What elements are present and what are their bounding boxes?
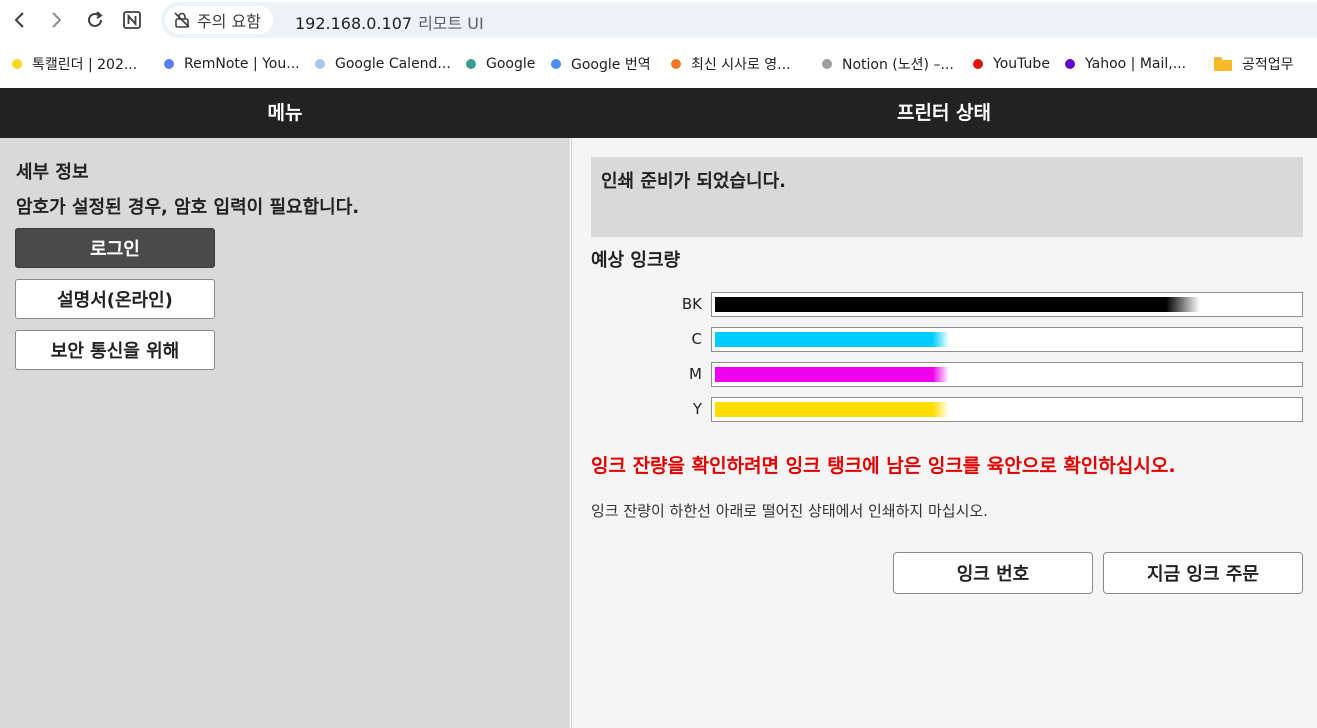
back-button[interactable]: [6, 6, 34, 34]
printer-status-heading: 프린터 상태: [896, 102, 991, 124]
ink-row-m: M: [572, 362, 1317, 388]
forward-button[interactable]: [42, 6, 70, 34]
security-label: 주의 요함: [197, 12, 261, 31]
ink-number-button[interactable]: 잉크 번호: [893, 552, 1093, 594]
favicon-icon: [973, 59, 983, 69]
favicon-icon: [822, 59, 832, 69]
folder-icon: [1214, 57, 1232, 71]
bookmark-item[interactable]: Google Calend...: [315, 54, 451, 74]
ink-check-warning: 잉크 잔량을 확인하려면 잉크 탱크에 남은 잉크를 육안으로 확인하십시오.: [591, 455, 1176, 477]
bookmark-item[interactable]: 톡캘린더 | 202...: [12, 54, 137, 74]
password-note: 암호가 설정된 경우, 암호 입력이 필요합니다.: [16, 197, 360, 218]
order-ink-button[interactable]: 지금 잉크 주문: [1103, 552, 1303, 594]
favicon-icon: [1065, 59, 1075, 69]
bookmark-label: Notion (노션) –...: [842, 57, 954, 73]
reload-button[interactable]: [81, 6, 109, 34]
ink-label: Y: [692, 400, 702, 418]
bookmarks-bar: 톡캘린더 | 202... RemNote | You... Google Ca…: [0, 40, 1317, 87]
bookmark-label: 최신 시사로 영...: [691, 57, 791, 73]
bookmark-item[interactable]: Notion (노션) –...: [822, 54, 954, 74]
ink-caution-note: 잉크 잔량이 하한선 아래로 떨어진 상태에서 인쇄하지 마십시오.: [591, 502, 988, 520]
favicon-icon: [671, 59, 681, 69]
ink-label: C: [691, 330, 702, 348]
secure-communication-button[interactable]: 보안 통신을 위해: [15, 330, 215, 370]
menu-heading: 메뉴: [267, 102, 303, 124]
bookmark-label: 공적업무: [1242, 57, 1294, 73]
bookmark-item[interactable]: RemNote | You...: [164, 54, 300, 74]
ink-level-fill: [715, 402, 949, 417]
online-manual-button[interactable]: 설명서(온라인): [15, 279, 215, 319]
bookmark-item[interactable]: 최신 시사로 영...: [671, 54, 791, 74]
ink-label: M: [689, 365, 702, 383]
login-button[interactable]: 로그인: [15, 228, 215, 268]
ink-row-y: Y: [572, 397, 1317, 423]
status-panel: 인쇄 준비가 되었습니다. 예상 잉크량 BK C M Y 잉크 잔량을 확인하…: [571, 138, 1317, 728]
ink-level-bar: [711, 292, 1303, 317]
bookmark-label: Yahoo | Mail,...: [1085, 56, 1187, 72]
notion-icon: [123, 11, 141, 29]
bookmark-label: Google 번역: [571, 57, 651, 73]
ink-level-fill: [715, 367, 949, 382]
ink-level-bar: [711, 327, 1303, 352]
bookmark-label: RemNote | You...: [184, 56, 300, 72]
bookmark-label: 톡캘린더 | 202...: [32, 57, 138, 73]
favicon-icon: [551, 59, 561, 69]
page-header: 메뉴 프린터 상태: [0, 88, 1317, 138]
arrow-left-icon: [14, 12, 24, 28]
bookmark-label: Google: [486, 56, 536, 72]
ink-row-c: C: [572, 327, 1317, 353]
favicon-icon: [12, 59, 22, 69]
ink-label: BK: [681, 295, 702, 313]
url-text[interactable]: 192.168.0.107 리모트 UI: [295, 10, 484, 34]
status-message-box: 인쇄 준비가 되었습니다.: [591, 157, 1303, 237]
ink-level-fill: [715, 332, 949, 347]
favicon-icon: [164, 59, 174, 69]
bookmark-item[interactable]: Google: [466, 54, 535, 74]
security-chip[interactable]: 주의 요함: [165, 6, 273, 34]
ink-level-bar: [711, 362, 1303, 387]
url-path: 리모트 UI: [418, 14, 484, 33]
ink-level-title: 예상 잉크량: [591, 250, 681, 271]
ink-level-fill: [715, 297, 1200, 312]
bookmark-label: YouTube: [993, 56, 1050, 72]
favicon-icon: [466, 59, 476, 69]
reload-icon: [88, 11, 103, 27]
status-message: 인쇄 준비가 되었습니다.: [601, 171, 786, 192]
address-bar[interactable]: 주의 요함 192.168.0.107 리모트 UI: [161, 2, 1317, 38]
details-title: 세부 정보: [16, 162, 89, 183]
bookmark-folder[interactable]: 공적업무: [1214, 54, 1294, 74]
ink-level-bar: [711, 397, 1303, 422]
bookmark-item[interactable]: Yahoo | Mail,...: [1065, 54, 1186, 74]
favicon-icon: [315, 59, 325, 69]
bookmark-label: Google Calend...: [335, 56, 451, 72]
browser-toolbar: 주의 요함 192.168.0.107 리모트 UI: [0, 0, 1317, 40]
not-secure-icon: [174, 12, 190, 28]
arrow-right-icon: [52, 12, 62, 28]
url-host: 192.168.0.107: [295, 14, 413, 33]
bookmark-item[interactable]: Google 번역: [551, 54, 651, 74]
notion-extension-button[interactable]: [118, 6, 146, 34]
ink-row-bk: BK: [572, 292, 1317, 318]
bookmark-item[interactable]: YouTube: [973, 54, 1050, 74]
menu-panel: 세부 정보 암호가 설정된 경우, 암호 입력이 필요합니다. 로그인 설명서(…: [0, 138, 570, 728]
